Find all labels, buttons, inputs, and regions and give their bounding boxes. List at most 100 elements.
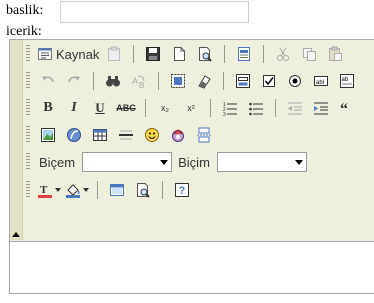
cut-icon: [275, 46, 291, 62]
template-icon: [236, 46, 252, 62]
italic-button[interactable]: I: [63, 97, 85, 119]
outdent-button[interactable]: [284, 97, 306, 119]
templates-button[interactable]: [103, 43, 125, 65]
chevron-down-icon[interactable]: [157, 153, 172, 171]
templates-list-button[interactable]: [233, 43, 255, 65]
superscript-button[interactable]: x²: [180, 97, 202, 119]
checkbox-button[interactable]: [258, 70, 280, 92]
toolbar-separator: [263, 45, 265, 63]
svg-text:“: “: [340, 101, 348, 116]
svg-text:ab: ab: [342, 77, 349, 83]
indent-icon: [313, 100, 329, 116]
toolbar-separator: [275, 99, 276, 117]
table-icon: [92, 127, 108, 143]
maximize-button[interactable]: [106, 179, 128, 201]
replace-button[interactable]: AB: [128, 70, 150, 92]
smiley-button[interactable]: [141, 124, 163, 146]
svg-text:B: B: [139, 81, 144, 89]
radio-icon: [287, 73, 303, 89]
underline-button[interactable]: U: [89, 97, 111, 119]
page-break-button[interactable]: [193, 124, 215, 146]
svg-text:3: 3: [223, 112, 226, 116]
toolbar-separator: [133, 45, 135, 63]
templates-icon: [106, 46, 122, 62]
paint-bucket-icon: [65, 182, 81, 198]
radio-button[interactable]: [284, 70, 306, 92]
find-button[interactable]: [102, 70, 124, 92]
bold-button[interactable]: B: [37, 97, 59, 119]
smiley-icon: [144, 127, 160, 143]
icerik-label: icerik:: [6, 24, 42, 39]
horizontal-rule-icon: [118, 127, 134, 143]
save-button[interactable]: [142, 43, 164, 65]
toolbar-separator: [224, 45, 226, 63]
background-color-button[interactable]: [65, 179, 89, 201]
select-all-button[interactable]: [167, 70, 189, 92]
numbered-list-button[interactable]: 123: [219, 97, 241, 119]
toolbar-collapse-button[interactable]: [10, 40, 23, 240]
special-char-icon: [170, 127, 186, 143]
svg-text:T: T: [40, 184, 48, 196]
undo-button[interactable]: [37, 70, 59, 92]
show-blocks-icon: [135, 182, 151, 198]
svg-text:abl: abl: [316, 80, 324, 86]
style-combo[interactable]: [82, 152, 173, 172]
remove-format-button[interactable]: [193, 70, 215, 92]
text-field-button[interactable]: abl: [310, 70, 332, 92]
blockquote-button[interactable]: “: [336, 97, 358, 119]
toolbar-separator: [223, 72, 224, 90]
cut-button[interactable]: [272, 43, 294, 65]
svg-text:A: A: [132, 76, 138, 86]
textarea-icon: ab: [339, 73, 355, 89]
copy-icon: [301, 46, 317, 62]
toolbar-grip[interactable]: [26, 45, 30, 63]
form-icon: [235, 73, 251, 89]
show-blocks-button[interactable]: [132, 179, 154, 201]
toolbar-row-2: AB abl ab: [24, 70, 358, 94]
collapse-arrow-icon: [12, 232, 20, 237]
svg-text:?: ?: [179, 185, 186, 197]
preview-button[interactable]: [194, 43, 216, 65]
text-color-button[interactable]: T: [37, 179, 61, 201]
horizontal-rule-button[interactable]: [115, 124, 137, 146]
baslik-input[interactable]: [60, 1, 249, 23]
source-icon: [37, 46, 53, 62]
toolbar-grip[interactable]: [26, 153, 30, 171]
page-break-icon: [196, 127, 212, 143]
format-combo[interactable]: [216, 152, 307, 172]
form-button[interactable]: [232, 70, 254, 92]
toolbar-row-6: T ?: [24, 179, 193, 203]
toolbar-row-5: Biçem Biçim: [24, 152, 307, 176]
about-button[interactable]: ?: [171, 179, 193, 201]
editor-toolbar: Kaynak A B abl ab B I U ABC x₂ x² 1 2 3 …: [10, 40, 374, 240]
toolbar-grip[interactable]: [26, 126, 30, 144]
toolbar-grip[interactable]: [26, 181, 30, 199]
indent-button[interactable]: [310, 97, 332, 119]
editor-content-area[interactable]: [10, 241, 374, 293]
paste-button[interactable]: [324, 43, 346, 65]
textarea-button[interactable]: ab: [336, 70, 358, 92]
maximize-icon: [109, 182, 125, 198]
new-page-button[interactable]: [168, 43, 190, 65]
toolbar-separator: [145, 99, 146, 117]
image-icon: [40, 127, 56, 143]
text-color-icon: T: [37, 182, 53, 198]
copy-button[interactable]: [298, 43, 320, 65]
flash-button[interactable]: [63, 124, 85, 146]
redo-button[interactable]: [63, 70, 85, 92]
strikethrough-button[interactable]: ABC: [115, 97, 137, 119]
subscript-button[interactable]: x₂: [154, 97, 176, 119]
toolbar-separator: [97, 181, 98, 199]
toolbar-row-1: Kaynak: [24, 43, 346, 67]
toolbar-grip[interactable]: [26, 99, 30, 117]
toolbar-grip[interactable]: [26, 72, 30, 90]
table-button[interactable]: [89, 124, 111, 146]
toolbar-row-3: B I U ABC x₂ x² 123 “: [24, 97, 358, 121]
chevron-down-icon[interactable]: [291, 153, 306, 171]
help-icon: ?: [174, 182, 190, 198]
source-button[interactable]: Kaynak: [37, 43, 99, 65]
toolbar-separator: [162, 181, 163, 199]
bulleted-list-button[interactable]: [245, 97, 267, 119]
image-button[interactable]: [37, 124, 59, 146]
special-char-button[interactable]: [167, 124, 189, 146]
